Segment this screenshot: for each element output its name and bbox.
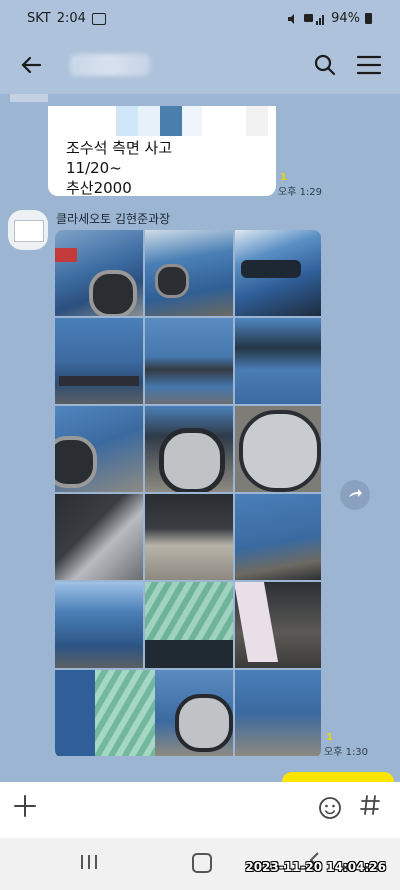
message-input-bar <box>0 782 400 838</box>
photo-thumbnail[interactable] <box>235 582 321 668</box>
menu-icon[interactable] <box>356 54 382 76</box>
photo-thumbnail[interactable] <box>235 670 321 756</box>
signal-icon <box>304 13 325 25</box>
photo-thumbnail[interactable] <box>235 230 321 316</box>
chat-area[interactable]: 조수석 측면 사고 11/20~ 추산2000 1 오후 1:29 클라세오토 … <box>0 94 400 792</box>
home-icon[interactable] <box>192 853 212 873</box>
chat-header <box>0 38 400 94</box>
message-time: 오후 1:29 <box>278 187 323 198</box>
status-bar: SKT 2:04 94% <box>0 0 400 38</box>
business-card-icon <box>14 220 44 242</box>
photo-thumbnail[interactable] <box>145 582 233 668</box>
mute-icon <box>288 13 295 24</box>
unread-count: 1 <box>326 732 333 743</box>
share-icon[interactable] <box>340 480 370 510</box>
photo-thumbnail[interactable] <box>55 406 143 492</box>
recent-apps-icon[interactable] <box>80 854 98 874</box>
photo-thumbnail[interactable] <box>235 318 321 404</box>
unread-count: 1 <box>280 172 287 183</box>
battery-label: 94% <box>331 11 360 26</box>
sender-name: 클라세오토 김현준과장 <box>56 212 171 226</box>
plus-icon[interactable] <box>10 794 40 824</box>
notification-icon <box>91 12 106 25</box>
photo-album[interactable] <box>55 230 321 758</box>
message-meta: 1 오후 1:30 <box>324 732 368 758</box>
message-line: 11/20~ <box>66 159 122 177</box>
photo-thumbnail[interactable] <box>55 318 143 404</box>
clock: 2:04 <box>56 11 86 26</box>
message-line: 조수석 측면 사고 <box>66 139 173 157</box>
screenshot-timestamp: 2023-11-20 14:04:26 <box>245 860 386 874</box>
carrier-label: SKT <box>27 11 51 26</box>
photo-thumbnail[interactable] <box>235 494 321 580</box>
chat-title-redacted <box>70 54 150 76</box>
message-line: 추산2000 <box>66 179 132 197</box>
photo-thumbnail[interactable] <box>145 406 233 492</box>
avatar[interactable] <box>8 210 48 250</box>
message-meta: 1 오후 1:29 <box>278 172 322 198</box>
message-bubble[interactable]: 조수석 측면 사고 11/20~ 추산2000 <box>48 106 276 197</box>
previous-message-fragment <box>10 94 48 102</box>
photo-thumbnail[interactable] <box>55 230 143 316</box>
photo-thumbnail[interactable] <box>55 582 143 668</box>
message-time: 오후 1:30 <box>324 747 369 758</box>
emoji-icon[interactable] <box>318 796 342 820</box>
search-icon[interactable] <box>312 52 338 78</box>
back-arrow-icon[interactable] <box>18 52 46 80</box>
photo-thumbnail[interactable] <box>145 230 233 316</box>
system-nav-bar: 2023-11-20 14:04:26 <box>0 838 400 890</box>
redacted-mosaic <box>48 106 276 136</box>
hash-icon[interactable] <box>360 794 380 822</box>
photo-thumbnail[interactable] <box>145 318 233 404</box>
photo-thumbnail[interactable] <box>55 670 233 756</box>
photo-thumbnail[interactable] <box>145 494 233 580</box>
photo-thumbnail[interactable] <box>55 494 143 580</box>
battery-icon <box>365 13 372 24</box>
photo-thumbnail[interactable] <box>235 406 321 492</box>
